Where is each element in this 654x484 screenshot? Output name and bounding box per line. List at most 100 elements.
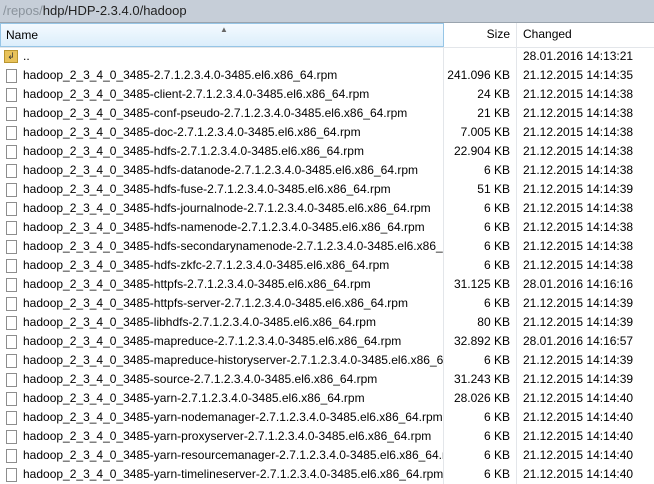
file-name: hadoop_2_3_4_0_3485-mapreduce-2.7.1.2.3.… bbox=[23, 334, 402, 348]
file-name: hadoop_2_3_4_0_3485-hdfs-journalnode-2.7… bbox=[23, 201, 431, 215]
file-name-cell: hadoop_2_3_4_0_3485-hdfs-journalnode-2.7… bbox=[0, 199, 444, 218]
file-row[interactable]: hadoop_2_3_4_0_3485-conf-pseudo-2.7.1.2.… bbox=[0, 104, 654, 123]
path-bar[interactable]: /repos/hdp/HDP-2.3.4.0/hadoop bbox=[0, 0, 654, 23]
file-icon bbox=[6, 239, 17, 254]
file-icon bbox=[6, 87, 17, 102]
file-row[interactable]: hadoop_2_3_4_0_3485-client-2.7.1.2.3.4.0… bbox=[0, 85, 654, 104]
file-name-cell: hadoop_2_3_4_0_3485-client-2.7.1.2.3.4.0… bbox=[0, 85, 444, 104]
file-row[interactable]: hadoop_2_3_4_0_3485-hdfs-fuse-2.7.1.2.3.… bbox=[0, 180, 654, 199]
file-row[interactable]: hadoop_2_3_4_0_3485-hdfs-secondarynameno… bbox=[0, 237, 654, 256]
file-row[interactable]: hadoop_2_3_4_0_3485-mapreduce-2.7.1.2.3.… bbox=[0, 332, 654, 351]
file-size: 6 KB bbox=[444, 465, 517, 484]
column-name[interactable]: ▲ Name bbox=[0, 23, 444, 47]
file-changed: 28.01.2016 14:16:16 bbox=[523, 277, 634, 291]
file-changed: 21.12.2015 14:14:40 bbox=[523, 467, 634, 481]
file-size: 31.243 KB bbox=[444, 370, 517, 389]
file-name: hadoop_2_3_4_0_3485-libhdfs-2.7.1.2.3.4.… bbox=[23, 315, 376, 329]
file-row[interactable]: hadoop_2_3_4_0_3485-mapreduce-historyser… bbox=[0, 351, 654, 370]
file-name: hadoop_2_3_4_0_3485-mapreduce-historyser… bbox=[23, 353, 444, 367]
file-changed: 21.12.2015 14:14:38 bbox=[523, 125, 634, 139]
file-changed: 21.12.2015 14:14:38 bbox=[523, 258, 634, 272]
file-size: 241.096 KB bbox=[444, 66, 517, 85]
file-changed: 21.12.2015 14:14:35 bbox=[523, 68, 634, 82]
file-name-cell: hadoop_2_3_4_0_3485-hdfs-namenode-2.7.1.… bbox=[0, 218, 444, 237]
file-row[interactable]: hadoop_2_3_4_0_3485-hdfs-journalnode-2.7… bbox=[0, 199, 654, 218]
file-name-cell: hadoop_2_3_4_0_3485-hdfs-secondarynameno… bbox=[0, 237, 444, 256]
file-size: 6 KB bbox=[444, 237, 517, 256]
file-name-cell: hadoop_2_3_4_0_3485-hdfs-fuse-2.7.1.2.3.… bbox=[0, 180, 444, 199]
file-size: 51 KB bbox=[444, 180, 517, 199]
file-size: 7.005 KB bbox=[444, 123, 517, 142]
file-row[interactable]: hadoop_2_3_4_0_3485-hdfs-datanode-2.7.1.… bbox=[0, 161, 654, 180]
file-name: hadoop_2_3_4_0_3485-yarn-timelineserver-… bbox=[23, 467, 444, 481]
file-row[interactable]: hadoop_2_3_4_0_3485-httpfs-server-2.7.1.… bbox=[0, 294, 654, 313]
file-size: 32.892 KB bbox=[444, 332, 517, 351]
column-size[interactable]: Size bbox=[444, 23, 517, 47]
file-name-cell: hadoop_2_3_4_0_3485-hdfs-datanode-2.7.1.… bbox=[0, 161, 444, 180]
file-size: 6 KB bbox=[444, 446, 517, 465]
file-size: 6 KB bbox=[444, 218, 517, 237]
file-name: hadoop_2_3_4_0_3485-yarn-resourcemanager… bbox=[23, 448, 444, 462]
file-row[interactable]: hadoop_2_3_4_0_3485-yarn-resourcemanager… bbox=[0, 446, 654, 465]
file-name-cell: hadoop_2_3_4_0_3485-hdfs-zkfc-2.7.1.2.3.… bbox=[0, 256, 444, 275]
file-changed: 21.12.2015 14:14:39 bbox=[523, 182, 634, 196]
file-icon bbox=[6, 258, 17, 273]
file-row[interactable]: hadoop_2_3_4_0_3485-httpfs-2.7.1.2.3.4.0… bbox=[0, 275, 654, 294]
file-size: 22.904 KB bbox=[444, 142, 517, 161]
file-size: 21 KB bbox=[444, 104, 517, 123]
file-name: hadoop_2_3_4_0_3485-httpfs-2.7.1.2.3.4.0… bbox=[23, 277, 371, 291]
file-row[interactable]: hadoop_2_3_4_0_3485-yarn-2.7.1.2.3.4.0-3… bbox=[0, 389, 654, 408]
file-icon bbox=[6, 277, 17, 292]
file-row[interactable]: hadoop_2_3_4_0_3485-hdfs-namenode-2.7.1.… bbox=[0, 218, 654, 237]
file-name-cell: hadoop_2_3_4_0_3485-yarn-resourcemanager… bbox=[0, 446, 444, 465]
file-name: .. bbox=[23, 49, 30, 63]
file-changed: 21.12.2015 14:14:40 bbox=[523, 410, 634, 424]
file-name-cell: hadoop_2_3_4_0_3485-yarn-nodemanager-2.7… bbox=[0, 408, 444, 427]
file-name-cell: hadoop_2_3_4_0_3485-doc-2.7.1.2.3.4.0-34… bbox=[0, 123, 444, 142]
file-changed: 21.12.2015 14:14:38 bbox=[523, 106, 634, 120]
file-row[interactable]: hadoop_2_3_4_0_3485-hdfs-zkfc-2.7.1.2.3.… bbox=[0, 256, 654, 275]
file-name-cell: hadoop_2_3_4_0_3485-hdfs-2.7.1.2.3.4.0-3… bbox=[0, 142, 444, 161]
file-list: ↲.. 28.01.2016 14:13:21 hadoop_2_3_4_0_348… bbox=[0, 47, 654, 484]
file-changed: 21.12.2015 14:14:38 bbox=[523, 239, 634, 253]
file-changed: 21.12.2015 14:14:38 bbox=[523, 201, 634, 215]
file-size: 6 KB bbox=[444, 161, 517, 180]
file-row[interactable]: hadoop_2_3_4_0_3485-yarn-timelineserver-… bbox=[0, 465, 654, 484]
file-name: hadoop_2_3_4_0_3485-hdfs-fuse-2.7.1.2.3.… bbox=[23, 182, 391, 196]
file-row[interactable]: hadoop_2_3_4_0_3485-doc-2.7.1.2.3.4.0-34… bbox=[0, 123, 654, 142]
file-size: 6 KB bbox=[444, 256, 517, 275]
file-icon bbox=[6, 144, 17, 159]
file-size: 24 KB bbox=[444, 85, 517, 104]
file-changed: 21.12.2015 14:14:40 bbox=[523, 391, 634, 405]
path-prefix: /repos/ bbox=[3, 3, 43, 18]
file-icon bbox=[6, 391, 17, 406]
file-row[interactable]: hadoop_2_3_4_0_3485-source-2.7.1.2.3.4.0… bbox=[0, 370, 654, 389]
file-icon bbox=[6, 201, 17, 216]
file-icon bbox=[6, 467, 17, 482]
file-icon bbox=[6, 448, 17, 463]
file-icon bbox=[6, 410, 17, 425]
file-icon bbox=[6, 296, 17, 311]
file-icon bbox=[6, 163, 17, 178]
file-changed: 21.12.2015 14:14:39 bbox=[523, 372, 634, 386]
file-icon bbox=[6, 315, 17, 330]
file-name-cell: hadoop_2_3_4_0_3485-yarn-proxyserver-2.7… bbox=[0, 427, 444, 446]
file-size: 6 KB bbox=[444, 408, 517, 427]
file-name: hadoop_2_3_4_0_3485-client-2.7.1.2.3.4.0… bbox=[23, 87, 370, 101]
file-name: hadoop_2_3_4_0_3485-hdfs-zkfc-2.7.1.2.3.… bbox=[23, 258, 390, 272]
file-row[interactable]: hadoop_2_3_4_0_3485-2.7.1.2.3.4.0-3485.e… bbox=[0, 66, 654, 85]
file-changed: 21.12.2015 14:14:40 bbox=[523, 429, 634, 443]
file-name: hadoop_2_3_4_0_3485-conf-pseudo-2.7.1.2.… bbox=[23, 106, 408, 120]
file-row[interactable]: ↲.. 28.01.2016 14:13:21 bbox=[0, 47, 654, 66]
file-name-cell: hadoop_2_3_4_0_3485-conf-pseudo-2.7.1.2.… bbox=[0, 104, 444, 123]
parent-folder-icon: ↲ bbox=[4, 50, 18, 63]
file-row[interactable]: hadoop_2_3_4_0_3485-yarn-proxyserver-2.7… bbox=[0, 427, 654, 446]
file-changed: 21.12.2015 14:14:40 bbox=[523, 448, 634, 462]
file-changed: 21.12.2015 14:14:38 bbox=[523, 163, 634, 177]
file-row[interactable]: hadoop_2_3_4_0_3485-libhdfs-2.7.1.2.3.4.… bbox=[0, 313, 654, 332]
file-size: 80 KB bbox=[444, 313, 517, 332]
file-row[interactable]: hadoop_2_3_4_0_3485-hdfs-2.7.1.2.3.4.0-3… bbox=[0, 142, 654, 161]
file-icon bbox=[6, 372, 17, 387]
column-changed[interactable]: Changed bbox=[517, 23, 654, 47]
file-row[interactable]: hadoop_2_3_4_0_3485-yarn-nodemanager-2.7… bbox=[0, 408, 654, 427]
